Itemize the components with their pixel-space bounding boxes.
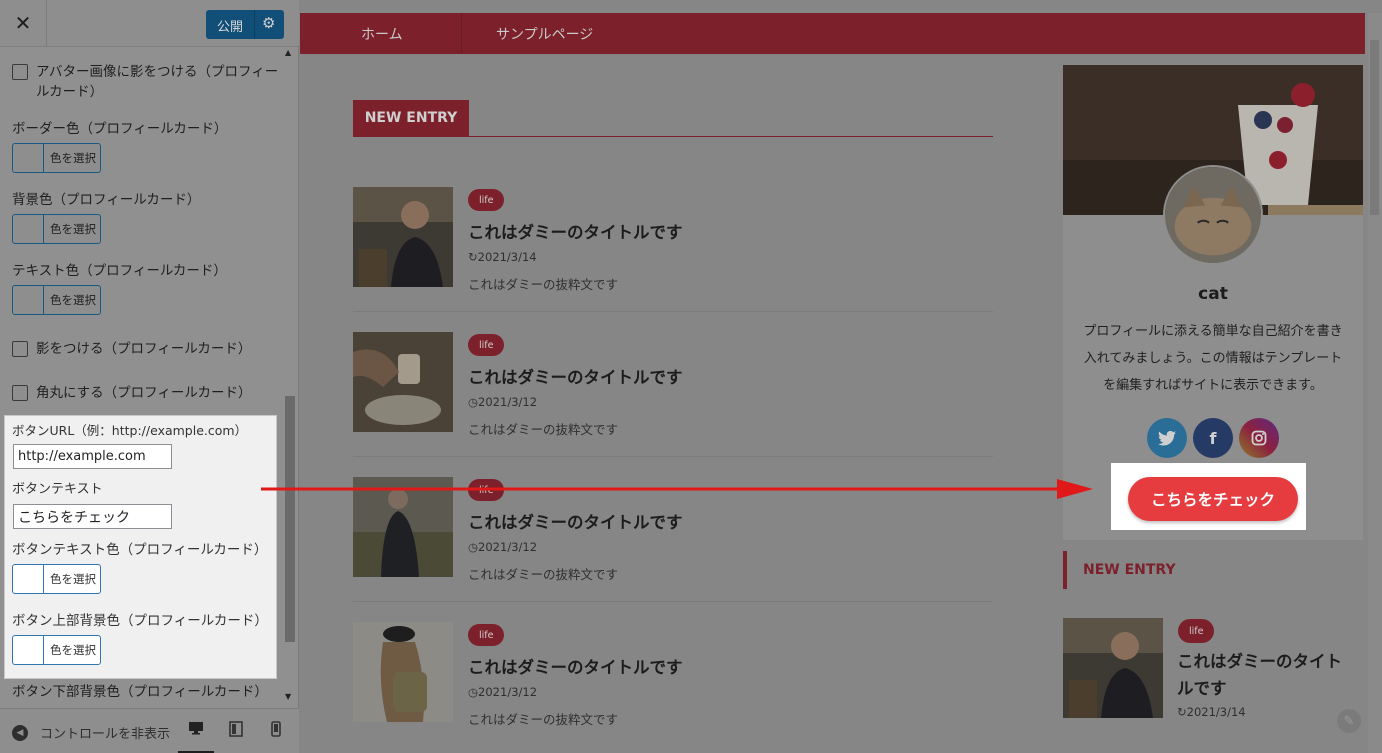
bg-color-picker[interactable]: 色を選択 — [12, 214, 101, 244]
site-navbar: ホーム サンプルページ — [300, 13, 1365, 54]
update-icon: ↻ — [1177, 705, 1187, 719]
entry-thumbnail — [353, 187, 453, 287]
collapse-icon: ◀ — [12, 724, 28, 741]
clock-icon: ◷ — [468, 395, 479, 409]
entry-title[interactable]: これはダミーのタイトルです — [468, 654, 683, 678]
gear-icon[interactable]: ⚙ — [262, 14, 275, 32]
button-text-label: ボタンテキスト — [12, 482, 103, 497]
publish-label: 公開 — [217, 20, 244, 35]
rounded-checkbox[interactable] — [12, 385, 28, 401]
facebook-icon[interactable]: f — [1193, 418, 1233, 458]
clock-icon: ◷ — [468, 540, 479, 554]
sidebar-entry-thumbnail[interactable] — [1063, 618, 1163, 718]
entry-excerpt: これはダミーの抜粋文です — [468, 712, 619, 727]
entry-title[interactable]: これはダミーのタイトルです — [468, 509, 683, 533]
shadow-label: 影をつける（プロフィールカード） — [36, 341, 252, 357]
entry-date: ◷2021/3/12 — [468, 540, 538, 554]
button-top-bg-picker[interactable]: 色を選択 — [12, 635, 101, 665]
border-color-picker[interactable]: 色を選択 — [12, 143, 101, 173]
button-text-input[interactable] — [13, 504, 172, 529]
section-title: NEW ENTRY — [353, 100, 469, 136]
bg-color-label: 背景色（プロフィールカード） — [12, 192, 201, 208]
button-url-label: ボタンURL（例：http://example.com） — [12, 423, 248, 438]
scroll-down-icon[interactable]: ▼ — [285, 692, 291, 701]
hide-controls-button[interactable]: ◀ コントロールを非表示 — [12, 723, 170, 742]
sidebar-section-title: NEW ENTRY — [1063, 551, 1176, 589]
sidebar-entry-date: ↻2021/3/14 — [1177, 705, 1246, 719]
button-top-bg-label: ボタン上部背景色（プロフィールカード） — [12, 613, 268, 629]
sidebar-category-badge[interactable]: life — [1178, 619, 1215, 643]
close-button[interactable]: ✕ — [0, 0, 47, 46]
button-text-color-picker[interactable]: 色を選択 — [12, 564, 101, 594]
customizer-panel: ✕ 公開 ⚙ ▲ アバター画像に影をつける（プロフィー ルカード） ボーダー色（… — [0, 0, 299, 753]
entry-date: ↻2021/3/14 — [468, 250, 537, 264]
profile-cta-button[interactable]: こちらをチェック — [1128, 477, 1298, 521]
entry-thumbnail — [353, 332, 453, 432]
avatar — [1163, 165, 1263, 265]
nav-item-sample-page[interactable]: サンプルページ — [496, 24, 593, 44]
publish-button[interactable]: 公開 ⚙ — [206, 10, 284, 39]
border-color-label: ボーダー色（プロフィールカード） — [12, 121, 228, 137]
edit-shortcut-icon[interactable]: ✎ — [1337, 709, 1361, 733]
avatar-shadow-checkbox[interactable] — [12, 64, 28, 80]
tablet-preview-icon[interactable] — [229, 721, 243, 741]
avatar-shadow-label: アバター画像に影をつける（プロフィー — [36, 64, 279, 80]
entry-excerpt: これはダミーの抜粋文です — [468, 422, 619, 437]
entry-card[interactable]: life これはダミーのタイトルです ◷2021/3/12 これはダミーの抜粋文… — [353, 332, 993, 477]
button-text-color-label: ボタンテキスト色（プロフィールカード） — [12, 542, 268, 558]
entry-card[interactable]: life これはダミーのタイトルです ↻2021/3/14 これはダミーの抜粋文… — [353, 187, 993, 332]
text-color-picker[interactable]: 色を選択 — [12, 285, 101, 315]
button-settings-highlight: ボタンURL（例：http://example.com） ボタンテキスト ボタン… — [4, 415, 277, 679]
entry-excerpt: これはダミーの抜粋文です — [468, 277, 619, 292]
panel-footer: ◀ コントロールを非表示 — [0, 708, 299, 753]
entry-excerpt: これはダミーの抜粋文です — [468, 567, 619, 582]
twitter-icon[interactable] — [1147, 418, 1187, 458]
rounded-label: 角丸にする（プロフィールカード） — [36, 385, 252, 401]
scroll-up-icon[interactable]: ▲ — [285, 48, 291, 57]
entry-date: ◷2021/3/12 — [468, 395, 538, 409]
new-entry-heading: NEW ENTRY — [353, 100, 993, 137]
annotation-arrow — [261, 479, 1093, 499]
entry-thumbnail — [353, 622, 453, 722]
close-icon: ✕ — [14, 11, 32, 35]
mobile-preview-icon[interactable] — [271, 721, 281, 741]
entry-title[interactable]: これはダミーのタイトルです — [468, 219, 683, 243]
button-bottom-bg-label: ボタン下部背景色（プロフィールカード） — [12, 684, 268, 700]
profile-text: プロフィールに添える簡単な自己紹介を書き入れてみましょう。この情報はテンプレート… — [1083, 324, 1343, 393]
category-badge[interactable]: life — [468, 334, 505, 356]
sidebar-entry-title[interactable]: これはダミーのタイトルです — [1177, 648, 1357, 702]
nav-item-home[interactable]: ホーム — [361, 24, 403, 44]
entry-card[interactable]: life これはダミーのタイトルです ◷2021/3/12 これはダミーの抜粋文… — [353, 622, 993, 753]
category-badge[interactable]: life — [468, 624, 505, 646]
update-icon: ↻ — [468, 250, 478, 264]
category-badge[interactable]: life — [468, 189, 505, 211]
desktop-preview-icon[interactable] — [178, 721, 214, 753]
entry-title[interactable]: これはダミーのタイトルです — [468, 364, 683, 388]
clock-icon: ◷ — [468, 685, 479, 699]
profile-name: cat — [1198, 284, 1228, 304]
instagram-icon[interactable] — [1239, 418, 1279, 458]
panel-header: ✕ 公開 ⚙ — [0, 0, 299, 47]
text-color-label: テキスト色（プロフィールカード） — [12, 263, 227, 279]
avatar-shadow-label-cont: ルカード） — [36, 84, 104, 100]
button-url-input[interactable] — [13, 444, 172, 469]
preview-scroll-thumb[interactable] — [1370, 40, 1379, 215]
panel-scrollbar[interactable] — [285, 396, 295, 642]
hide-controls-label: コントロールを非表示 — [40, 727, 171, 742]
entry-date: ◷2021/3/12 — [468, 685, 538, 699]
shadow-checkbox[interactable] — [12, 341, 28, 357]
